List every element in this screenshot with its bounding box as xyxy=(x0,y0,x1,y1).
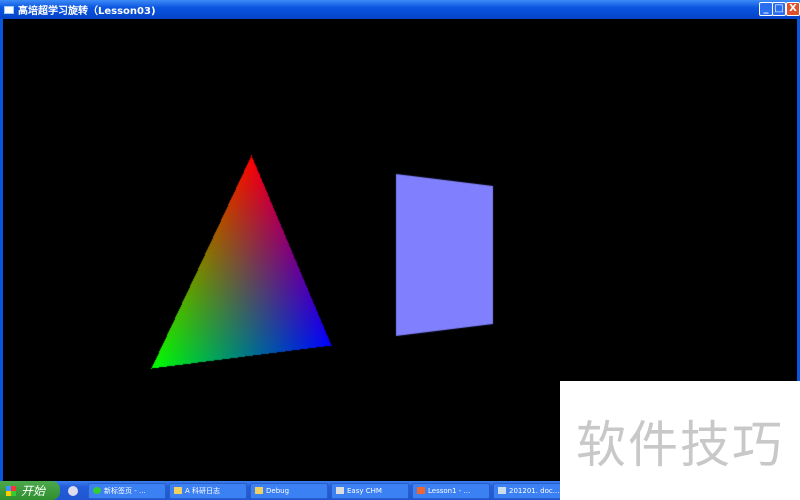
task-label: 新标签页 - ... xyxy=(104,486,146,495)
document-icon xyxy=(498,487,506,494)
help-icon xyxy=(336,487,344,494)
task-button[interactable]: Easy CHM xyxy=(331,482,409,499)
task-button[interactable]: 新标签页 - ... xyxy=(88,482,166,499)
app-icon xyxy=(417,487,425,494)
folder-icon xyxy=(255,487,263,494)
window-title: 高培超学习旋转（Lesson03) xyxy=(18,6,156,17)
watermark: 软件技巧 xyxy=(560,381,800,500)
quick-launch-icon[interactable] xyxy=(68,485,78,496)
title-bar: 高培超学习旋转（Lesson03) _ □ X xyxy=(0,0,800,19)
task-label: Debug xyxy=(266,486,290,495)
maximize-button[interactable]: □ xyxy=(772,2,786,16)
task-button[interactable]: Debug xyxy=(250,482,328,499)
start-button[interactable]: 开始 xyxy=(0,481,60,500)
task-button[interactable]: A 科研日志 xyxy=(169,482,247,499)
windows-logo-icon xyxy=(6,485,16,496)
folder-icon xyxy=(174,487,182,494)
task-button[interactable]: Lesson1 - ... xyxy=(412,482,490,499)
browser-icon xyxy=(93,487,101,494)
start-label: 开始 xyxy=(21,484,46,498)
task-label: Easy CHM xyxy=(347,486,382,495)
close-button[interactable]: X xyxy=(786,2,800,16)
task-label: Lesson1 - ... xyxy=(428,486,471,495)
minimize-button[interactable]: _ xyxy=(759,2,773,16)
task-label: A 科研日志 xyxy=(185,486,221,495)
app-icon xyxy=(4,5,14,14)
task-label: 201201. doc... xyxy=(509,486,560,495)
